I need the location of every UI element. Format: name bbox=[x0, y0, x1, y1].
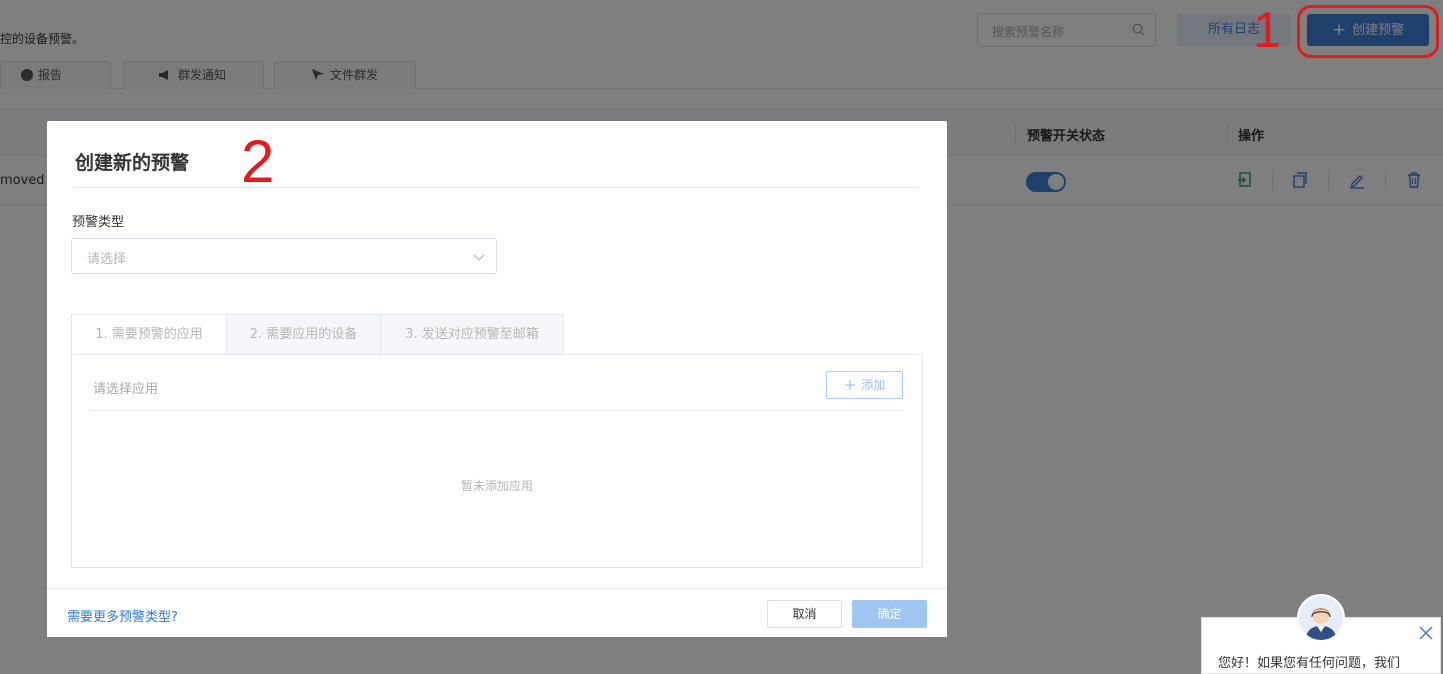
confirm-button[interactable]: 确定 bbox=[852, 600, 927, 628]
step-panel: 请选择应用 + 添加 暂未添加应用 bbox=[71, 354, 923, 568]
alert-type-placeholder: 请选择 bbox=[87, 252, 127, 267]
annotation-number-2: 2 bbox=[241, 128, 275, 195]
cancel-button[interactable]: 取消 bbox=[767, 600, 842, 628]
alert-type-select[interactable]: 请选择 bbox=[71, 238, 497, 274]
chevron-down-icon bbox=[473, 254, 485, 261]
agent-avatar-icon bbox=[1299, 596, 1343, 640]
panel-divider bbox=[91, 410, 903, 411]
alert-type-label: 预警类型 bbox=[72, 215, 125, 230]
tab-step-email[interactable]: 3. 发送对应预警至邮箱 bbox=[380, 314, 564, 355]
select-app-label: 请选择应用 bbox=[93, 382, 159, 397]
annotation-circle bbox=[1297, 5, 1439, 58]
more-alert-types-link[interactable]: 需要更多预警类型? bbox=[67, 606, 178, 625]
tab-step-devices[interactable]: 2. 需要应用的设备 bbox=[226, 314, 381, 355]
title-divider bbox=[73, 187, 919, 188]
tab-step-apps[interactable]: 1. 需要预警的应用 bbox=[71, 314, 227, 355]
dialog-title: 创建新的预警 bbox=[75, 152, 190, 174]
chat-message: 您好！如果您有任何问题，我们 bbox=[1218, 656, 1401, 671]
support-agent-avatar[interactable] bbox=[1297, 594, 1345, 642]
add-app-button[interactable]: + 添加 bbox=[826, 371, 903, 399]
empty-state-text: 暂未添加应用 bbox=[460, 479, 533, 493]
dialog-footer: 需要更多预警类型? 取消 确定 bbox=[47, 588, 947, 637]
plus-icon: + bbox=[843, 376, 857, 394]
annotation-number-1: 1 bbox=[1253, 2, 1281, 58]
create-alert-dialog: 创建新的预警 2 预警类型 请选择 1. 需要预警的应用 2. 需要应用的设备 … bbox=[47, 121, 947, 637]
add-app-label: 添加 bbox=[861, 378, 886, 392]
close-icon[interactable] bbox=[1419, 626, 1433, 640]
